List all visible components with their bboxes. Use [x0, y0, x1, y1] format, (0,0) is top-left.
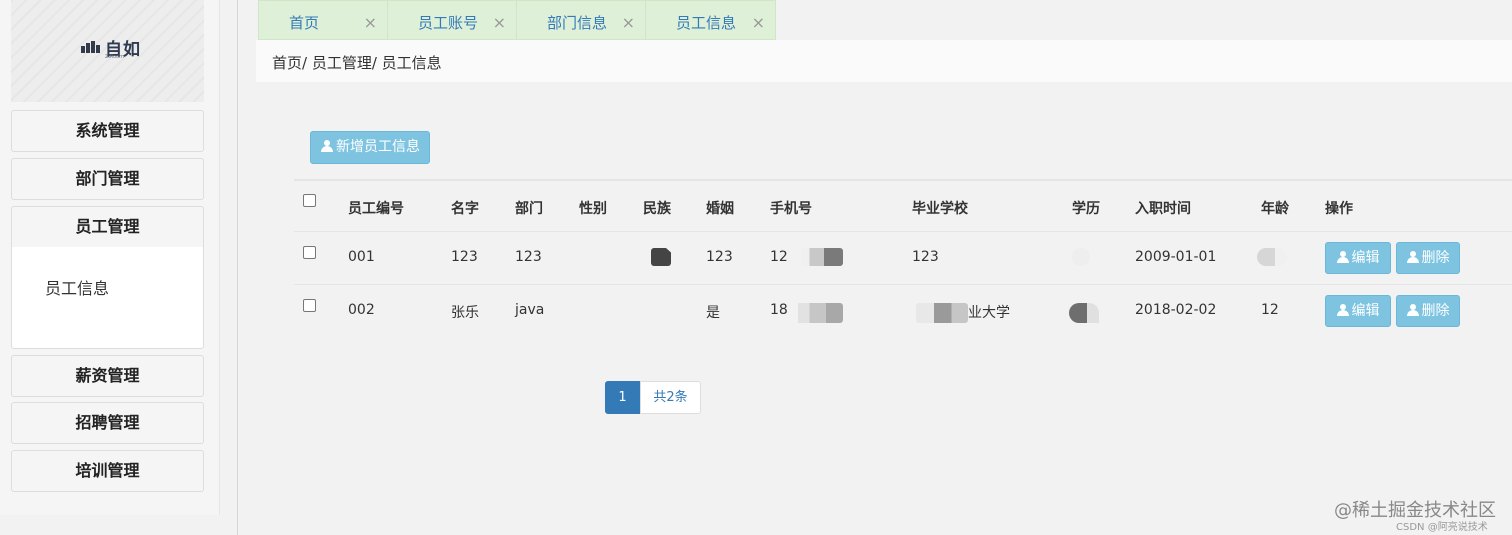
sidebar-item-system[interactable]: 系统管理	[11, 110, 204, 152]
logo-area: 自如 ZiRoom	[11, 0, 204, 102]
col-header-marriage: 婚姻	[706, 201, 734, 217]
tab-label: 部门信息	[547, 14, 608, 32]
close-icon[interactable]: ×	[622, 13, 635, 32]
tab-department-info[interactable]: 部门信息 ×	[516, 0, 646, 40]
vertical-divider	[237, 0, 238, 535]
sidebar-item-recruitment[interactable]: 招聘管理	[11, 402, 204, 444]
sidebar-submenu-employee: 员工信息	[11, 247, 204, 349]
page-button-current[interactable]: 1	[605, 381, 640, 414]
delete-button[interactable]: 删除	[1396, 242, 1460, 274]
sidebar-item-salary[interactable]: 薪资管理	[11, 355, 204, 397]
logo-subtext: ZiRoom	[105, 54, 125, 60]
user-icon	[321, 140, 333, 152]
col-header-gender: 性别	[579, 201, 607, 217]
redacted-ethnic	[651, 248, 671, 266]
redacted-education	[1069, 303, 1099, 323]
cell-school: 业大学	[968, 305, 1010, 321]
table-row-divider	[294, 284, 1512, 285]
col-header-hire-date: 入职时间	[1135, 201, 1191, 217]
watermark-sub: CSDN @阿亮说技术	[1396, 522, 1488, 533]
logo: 自如 ZiRoom	[81, 34, 151, 60]
sidebar-item-training[interactable]: 培训管理	[11, 450, 204, 492]
col-header-id: 员工编号	[348, 201, 404, 217]
cell-marriage: 是	[706, 305, 720, 321]
user-icon	[1406, 251, 1419, 263]
delete-label: 删除	[1421, 250, 1450, 266]
cell-name: 张乐	[451, 305, 479, 321]
row-checkbox[interactable]	[303, 246, 316, 259]
close-icon[interactable]: ×	[493, 13, 506, 32]
tab-label: 员工账号	[418, 14, 479, 32]
breadcrumb: 首页/ 员工管理/ 员工信息	[272, 54, 442, 72]
col-header-age: 年龄	[1261, 201, 1289, 217]
add-employee-button[interactable]: 新增员工信息	[310, 131, 430, 164]
edit-label: 编辑	[1351, 303, 1380, 319]
cell-id: 002	[348, 302, 375, 318]
row-checkbox[interactable]	[303, 299, 316, 312]
tab-label: 首页	[289, 14, 320, 32]
tab-label: 员工信息	[676, 14, 737, 32]
col-header-school: 毕业学校	[912, 201, 968, 217]
cell-phone: 18	[770, 302, 788, 318]
col-header-phone: 手机号	[770, 201, 812, 217]
delete-button[interactable]: 删除	[1396, 295, 1460, 327]
cell-name: 123	[451, 249, 478, 265]
user-icon	[1406, 304, 1419, 316]
cell-dept: java	[515, 302, 545, 318]
cell-phone: 12	[770, 249, 788, 265]
col-header-education: 学历	[1072, 201, 1100, 217]
edit-label: 编辑	[1351, 250, 1380, 266]
user-icon	[1336, 304, 1349, 316]
sidebar-item-department[interactable]: 部门管理	[11, 158, 204, 200]
add-employee-label: 新增员工信息	[336, 139, 420, 155]
col-header-dept: 部门	[515, 201, 543, 217]
cell-id: 001	[348, 249, 375, 265]
user-icon	[1336, 251, 1349, 263]
tab-employee-info[interactable]: 员工信息 ×	[645, 0, 776, 40]
tab-home[interactable]: 首页 ×	[258, 0, 388, 40]
redacted-age	[1257, 248, 1287, 266]
col-header-ethnic: 民族	[643, 201, 671, 217]
redacted-phone	[787, 303, 843, 323]
cell-school: 123	[912, 249, 939, 265]
select-all-checkbox[interactable]	[303, 194, 316, 207]
table-row-divider	[294, 231, 1512, 232]
col-header-name: 名字	[451, 201, 479, 217]
close-icon[interactable]: ×	[364, 13, 377, 32]
edit-button[interactable]: 编辑	[1325, 242, 1391, 274]
tab-employee-account[interactable]: 员工账号 ×	[387, 0, 517, 40]
sidebar-item-employee[interactable]: 员工管理	[11, 206, 204, 248]
close-icon[interactable]: ×	[752, 13, 765, 32]
cell-age: 12	[1261, 302, 1279, 318]
redacted-education	[1072, 248, 1090, 266]
col-header-actions: 操作	[1325, 201, 1353, 217]
redacted-school	[916, 303, 968, 323]
redacted-phone	[801, 248, 843, 266]
cell-hire-date: 2018-02-02	[1135, 302, 1217, 318]
cell-hire-date: 2009-01-01	[1135, 249, 1217, 265]
logo-bars-icon	[81, 41, 101, 53]
sidebar: 自如 ZiRoom 系统管理 部门管理 员工管理 员工信息 薪资管理 招聘管理 …	[0, 0, 220, 515]
breadcrumb-bar: 首页/ 员工管理/ 员工信息	[256, 40, 1512, 82]
sidebar-subitem-employee-info[interactable]: 员工信息	[45, 275, 109, 299]
edit-button[interactable]: 编辑	[1325, 295, 1391, 327]
page-total: 共2条	[640, 381, 701, 414]
delete-label: 删除	[1421, 303, 1450, 319]
cell-dept: 123	[515, 249, 542, 265]
cell-marriage: 123	[706, 249, 733, 265]
table-top-border	[294, 179, 1512, 181]
